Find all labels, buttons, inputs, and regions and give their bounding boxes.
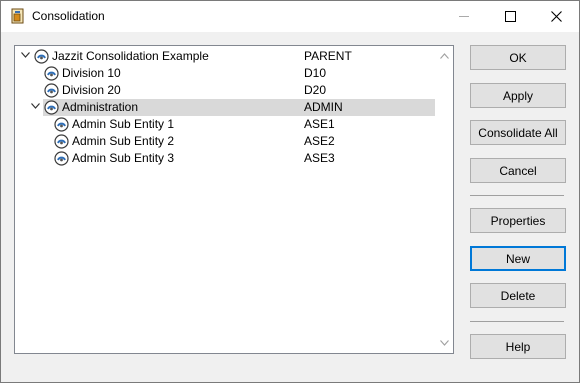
tree-item-code: D10 [304,66,327,80]
tree-item-label: Jazzit Consolidation Example [52,49,209,63]
vertical-scrollbar[interactable] [436,46,453,353]
consolidation-dialog: Consolidation Jazzit Consolidation Examp… [0,0,580,383]
tree-item-code: PARENT [304,49,352,63]
delete-button[interactable]: Delete [470,283,566,308]
chevron-down-icon[interactable] [21,52,30,58]
entity-icon [54,151,69,166]
help-button[interactable]: Help [470,334,566,359]
entity-tree[interactable]: Jazzit Consolidation Example PARENT Divi… [14,45,454,354]
tree-item-division-20[interactable]: Division 20 D20 [15,82,435,99]
entity-icon [54,134,69,149]
entity-icon [44,66,59,81]
tree-item-administration[interactable]: Administration ADMIN [15,99,435,116]
entity-icon [34,49,49,64]
minimize-button[interactable] [441,1,487,32]
ok-button[interactable]: OK [470,45,566,70]
minimize-icon [459,16,469,17]
tree-item-jazzit-consolidation-example[interactable]: Jazzit Consolidation Example PARENT [15,48,435,65]
tree-item-code: ADMIN [304,100,343,114]
tree-item-label: Administration [62,100,139,114]
chevron-down-icon[interactable] [31,103,40,109]
consolidate-all-button[interactable]: Consolidate All [470,120,566,145]
tree-item-division-10[interactable]: Division 10 D10 [15,65,435,82]
scroll-down-icon[interactable] [440,340,449,346]
window-title: Consolidation [32,9,105,23]
new-button[interactable]: New [470,246,566,271]
maximize-button[interactable] [487,1,533,32]
tree-item-label: Division 10 [62,66,121,80]
tree-item-code: ASE3 [304,151,335,165]
entity-icon [44,83,59,98]
scroll-up-icon[interactable] [440,53,449,59]
close-icon [550,11,562,22]
tree-item-code: ASE1 [304,117,335,131]
tree-item-code: ASE2 [304,134,335,148]
entity-icon [54,117,69,132]
maximize-icon [504,11,516,22]
apply-button[interactable]: Apply [470,83,566,108]
tree-item-label: Admin Sub Entity 3 [72,151,175,165]
button-separator [470,321,564,322]
tree-item-admin-sub-entity-1[interactable]: Admin Sub Entity 1 ASE1 [15,116,435,133]
tree-item-admin-sub-entity-3[interactable]: Admin Sub Entity 3 ASE3 [15,150,435,167]
tree-item-label: Admin Sub Entity 1 [72,117,175,131]
cancel-button[interactable]: Cancel [470,158,566,183]
tree-item-label: Admin Sub Entity 2 [72,134,175,148]
button-separator [470,195,564,196]
consolidation-app-icon [10,8,26,24]
entity-icon [44,100,59,115]
close-button[interactable] [533,1,579,32]
tree-item-admin-sub-entity-2[interactable]: Admin Sub Entity 2 ASE2 [15,133,435,150]
tree-item-label: Division 20 [62,83,121,97]
properties-button[interactable]: Properties [470,208,566,233]
tree-item-code: D20 [304,83,327,97]
title-bar[interactable]: Consolidation [1,1,579,32]
